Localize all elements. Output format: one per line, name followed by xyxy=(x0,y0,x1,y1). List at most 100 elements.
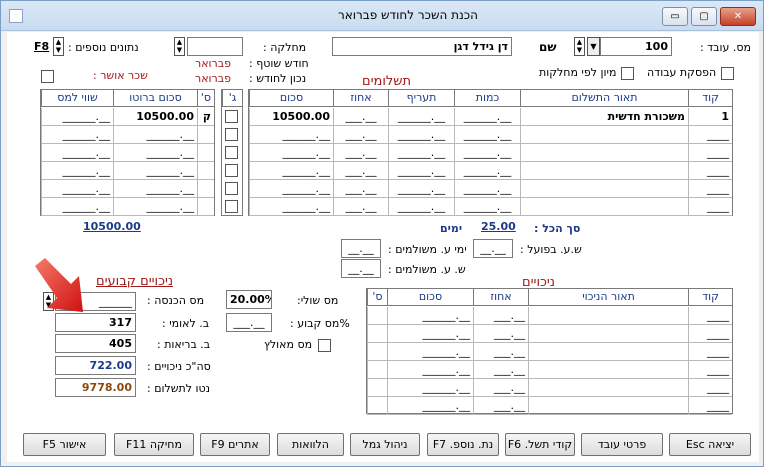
row-flag-checkbox[interactable] xyxy=(225,182,238,195)
table-cell[interactable]: ______.__ xyxy=(249,162,333,180)
payment-codes-button[interactable]: קודי תשל. F6 xyxy=(505,433,575,456)
table-cell[interactable]: ______.__ xyxy=(454,126,520,144)
stop-work-checkbox[interactable] xyxy=(721,67,734,80)
table-cell[interactable]: ______.__ xyxy=(41,108,113,126)
table-cell[interactable]: ______.__ xyxy=(113,180,197,198)
table-cell[interactable]: ______.__ xyxy=(249,180,333,198)
table-cell[interactable]: ___.__ xyxy=(333,126,388,144)
health-insurance-input[interactable]: 405 xyxy=(55,334,136,353)
paid-hours-input[interactable]: __.__ xyxy=(341,259,381,278)
table-cell[interactable]: ______.__ xyxy=(387,325,473,343)
table-cell[interactable]: ______.__ xyxy=(454,144,520,162)
grossed-tax-checkbox[interactable] xyxy=(318,339,331,352)
table-cell[interactable] xyxy=(367,343,387,361)
table-cell[interactable]: ______.__ xyxy=(454,180,520,198)
table-cell[interactable]: ______.__ xyxy=(113,198,197,216)
table-cell[interactable]: ___.__ xyxy=(473,361,528,379)
exit-button[interactable]: יציאה Esc xyxy=(669,433,751,456)
table-cell[interactable]: ______.__ xyxy=(113,144,197,162)
employee-spinner[interactable]: ▲ ▼ xyxy=(574,37,585,56)
paid-days-input[interactable]: __.__ xyxy=(341,239,381,258)
table-cell[interactable]: ______.__ xyxy=(387,361,473,379)
table-cell[interactable]: ______.__ xyxy=(41,126,113,144)
table-cell[interactable]: ______.__ xyxy=(388,198,454,216)
table-cell[interactable] xyxy=(367,307,387,325)
table-cell[interactable] xyxy=(367,325,387,343)
approved-pay-checkbox[interactable] xyxy=(41,70,54,83)
name-input[interactable]: דן גידל דגן xyxy=(332,37,512,56)
table-cell[interactable]: ______.__ xyxy=(41,198,113,216)
table-cell[interactable]: ______.__ xyxy=(388,180,454,198)
extra-data-key[interactable]: F8 xyxy=(34,40,49,53)
provident-fund-button[interactable]: ניהול גמל xyxy=(350,433,420,456)
table-cell[interactable]: ______.__ xyxy=(41,162,113,180)
table-cell[interactable]: ___.__ xyxy=(333,144,388,162)
actual-hours-input[interactable]: __.__ xyxy=(473,239,513,258)
table-cell[interactable]: ____ xyxy=(688,144,732,162)
row-flag-checkbox[interactable] xyxy=(225,128,238,141)
employee-dropdown-button[interactable]: ▼ xyxy=(587,37,600,56)
table-cell[interactable]: ______.__ xyxy=(113,162,197,180)
table-cell[interactable]: ______.__ xyxy=(388,144,454,162)
row-flag-checkbox[interactable] xyxy=(225,164,238,177)
extra-data-spinner[interactable]: ▲ ▼ xyxy=(53,37,64,56)
table-cell[interactable]: 10500.00 xyxy=(113,108,197,126)
table-cell[interactable]: ____ xyxy=(688,361,732,379)
table-cell[interactable]: ______.__ xyxy=(249,198,333,216)
row-flag-checkbox[interactable] xyxy=(225,110,238,123)
table-cell[interactable]: ____ xyxy=(688,198,732,216)
sites-button[interactable]: אתרים F9 xyxy=(200,433,270,456)
table-cell[interactable]: ______.__ xyxy=(387,307,473,325)
table-cell[interactable]: ______.__ xyxy=(113,126,197,144)
restore-button[interactable]: ▢ xyxy=(691,7,717,26)
table-cell[interactable]: ___.__ xyxy=(333,198,388,216)
table-cell[interactable]: ____ xyxy=(688,162,732,180)
table-cell[interactable]: 10500.00 xyxy=(249,108,333,126)
delete-button[interactable]: מחיקה F11 xyxy=(114,433,194,456)
employee-number-input[interactable]: 100 xyxy=(600,37,672,56)
table-cell[interactable]: ____ xyxy=(688,379,732,397)
table-cell[interactable]: ____ xyxy=(688,307,732,325)
department-input[interactable] xyxy=(187,37,243,56)
fixed-tax-input[interactable]: ___.__ xyxy=(226,313,272,332)
confirm-button[interactable]: אישור F5 xyxy=(23,433,106,456)
table-cell[interactable]: ______.__ xyxy=(41,180,113,198)
close-button[interactable]: ✕ xyxy=(720,7,756,26)
extra-data-button[interactable]: נת. נוספ. F7 xyxy=(427,433,499,456)
table-cell[interactable]: ___.__ xyxy=(333,180,388,198)
table-cell[interactable]: ____ xyxy=(688,126,732,144)
table-cell[interactable]: ____ xyxy=(688,180,732,198)
table-cell[interactable]: ___.__ xyxy=(333,108,388,126)
table-cell[interactable]: ____ xyxy=(688,343,732,361)
row-flag-checkbox[interactable] xyxy=(225,200,238,213)
table-cell[interactable] xyxy=(367,379,387,397)
table-cell[interactable] xyxy=(367,361,387,379)
employee-details-button[interactable]: פרטי עובד xyxy=(581,433,663,456)
table-cell[interactable] xyxy=(197,126,214,144)
table-cell[interactable]: ___.__ xyxy=(473,379,528,397)
table-cell[interactable]: ___.__ xyxy=(333,162,388,180)
table-cell[interactable]: ______.__ xyxy=(454,198,520,216)
table-cell[interactable]: ______.__ xyxy=(387,397,473,415)
table-cell[interactable]: ______.__ xyxy=(41,144,113,162)
department-spinner[interactable]: ▲ ▼ xyxy=(174,37,185,56)
table-cell[interactable]: ______.__ xyxy=(388,162,454,180)
table-cell[interactable]: ___.__ xyxy=(473,307,528,325)
table-cell[interactable]: ______.__ xyxy=(454,162,520,180)
table-cell[interactable]: ____ xyxy=(688,397,732,415)
table-cell[interactable]: ______.__ xyxy=(387,343,473,361)
table-cell[interactable] xyxy=(197,180,214,198)
table-cell[interactable] xyxy=(367,397,387,415)
row-flag-checkbox[interactable] xyxy=(225,146,238,159)
minimize-button[interactable]: ▭ xyxy=(662,7,688,26)
loans-button[interactable]: הלוואות xyxy=(277,433,344,456)
table-cell[interactable] xyxy=(197,162,214,180)
table-cell[interactable]: ______.__ xyxy=(388,126,454,144)
sort-dept-checkbox[interactable] xyxy=(621,67,634,80)
table-cell[interactable] xyxy=(197,144,214,162)
table-cell[interactable] xyxy=(197,198,214,216)
table-cell[interactable]: ___.__ xyxy=(473,397,528,415)
table-cell[interactable]: ______.__ xyxy=(388,108,454,126)
table-cell[interactable]: ______.__ xyxy=(249,144,333,162)
table-cell[interactable]: ______.__ xyxy=(249,126,333,144)
